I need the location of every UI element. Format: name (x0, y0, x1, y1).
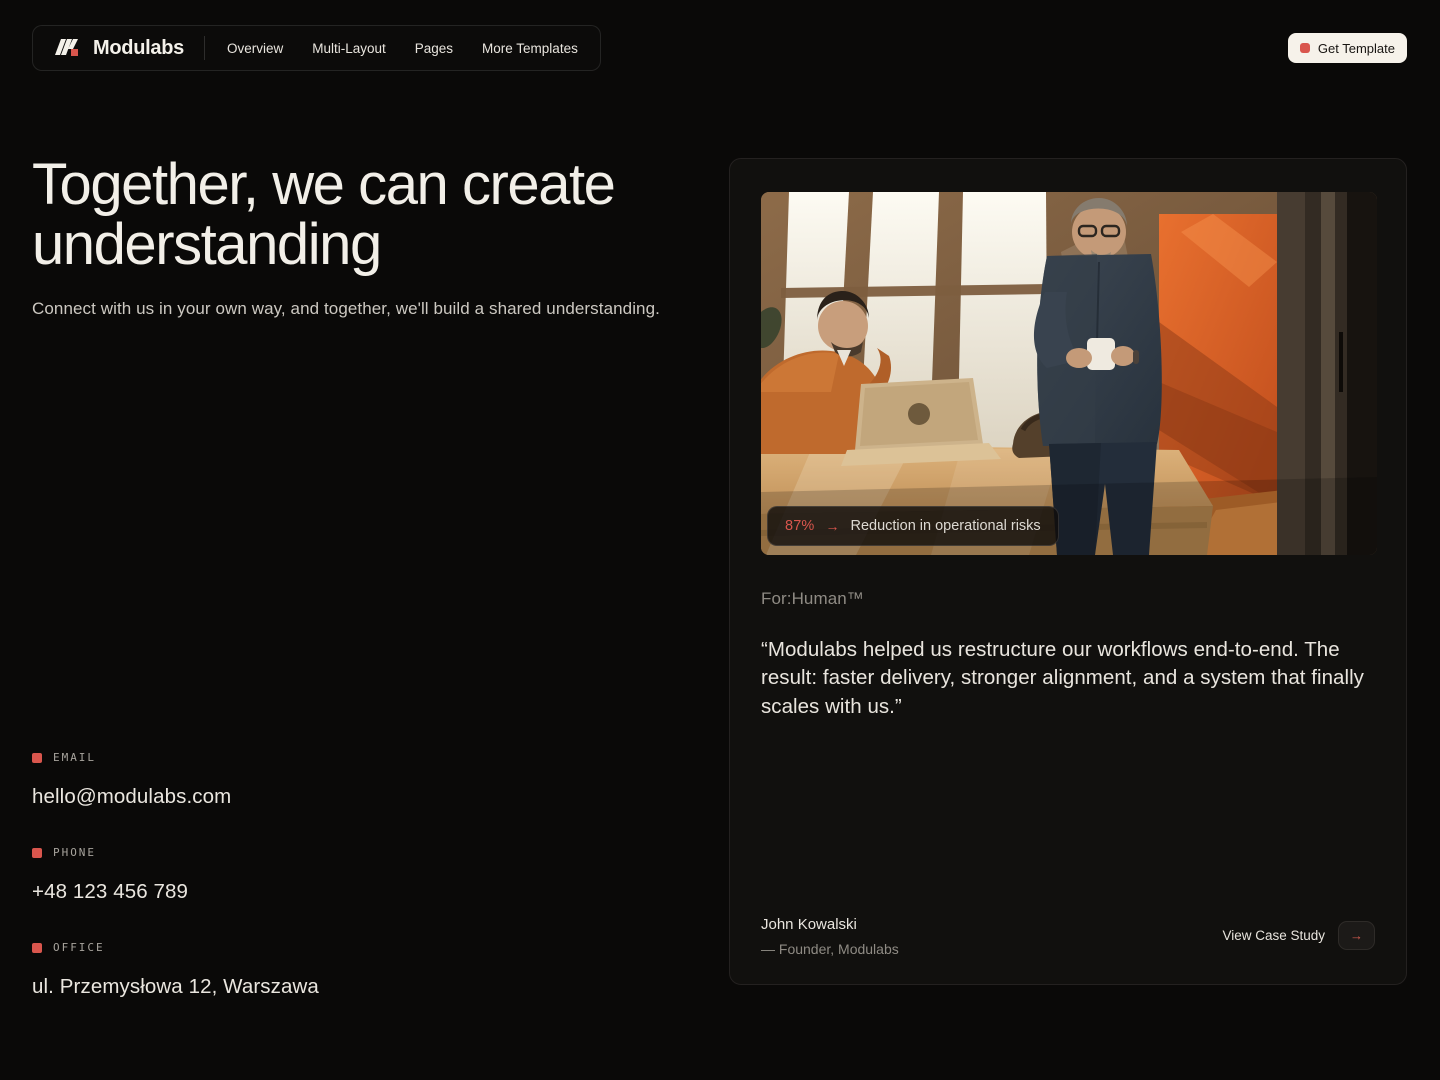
stat-value: 87% (785, 518, 814, 534)
nav-item-pages[interactable]: Pages (415, 41, 453, 56)
nav-links: Overview Multi-Layout Pages More Templat… (227, 41, 578, 56)
arrow-right-icon: → (825, 519, 839, 533)
view-case-study[interactable]: View Case Study → (1222, 921, 1375, 950)
page-title-line1: Together, we can create (32, 152, 614, 217)
get-template-label: Get Template (1318, 41, 1395, 56)
stat-badge: 87% → Reduction in operational risks (767, 506, 1059, 546)
author-name: John Kowalski (761, 916, 899, 933)
landing-page: Modulabs Overview Multi-Layout Pages Mor… (0, 0, 1440, 1080)
brand-name: Modulabs (93, 37, 184, 60)
contact-value-phone[interactable]: +48 123 456 789 (32, 880, 319, 904)
contact-group-office: OFFICE ul. Przemysłowa 12, Warszawa (32, 941, 319, 999)
contact-group-phone: PHONE +48 123 456 789 (32, 846, 319, 904)
red-square-icon (32, 943, 42, 953)
case-study-card: 87% → Reduction in operational risks For… (729, 158, 1407, 985)
client-brand-mark: For:Human™ (761, 589, 864, 609)
page-title: Together, we can create understanding (32, 155, 732, 276)
nav-item-more-templates[interactable]: More Templates (482, 41, 578, 56)
get-template-button[interactable]: Get Template (1288, 33, 1407, 63)
page-title-line2: understanding (32, 212, 381, 277)
brand-logo[interactable]: Modulabs (51, 36, 184, 60)
red-square-icon (1300, 43, 1310, 53)
testimonial-quote: “Modulabs helped us restructure our work… (761, 636, 1379, 721)
stat-label: Reduction in operational risks (850, 518, 1040, 534)
arrow-right-icon: → (1350, 929, 1363, 942)
contact-value-email[interactable]: hello@modulabs.com (32, 785, 319, 809)
nav-item-overview[interactable]: Overview (227, 41, 283, 56)
view-case-study-arrow-button[interactable]: → (1338, 921, 1375, 950)
top-navigation: Modulabs Overview Multi-Layout Pages Mor… (32, 25, 601, 71)
nav-divider (204, 36, 205, 60)
contact-label-phone: PHONE (53, 846, 96, 859)
author-role: — Founder, Modulabs (761, 941, 899, 957)
red-square-icon (32, 848, 42, 858)
view-case-study-label: View Case Study (1222, 928, 1325, 943)
contact-label-email: EMAIL (53, 751, 96, 764)
contact-value-office: ul. Przemysłowa 12, Warszawa (32, 975, 319, 999)
red-square-icon (32, 753, 42, 763)
contact-label-office: OFFICE (53, 941, 105, 954)
testimonial-author: John Kowalski — Founder, Modulabs (761, 916, 899, 957)
modulabs-logo-icon (51, 36, 83, 60)
case-study-photo: 87% → Reduction in operational risks (761, 192, 1377, 555)
office-scene-illustration (761, 192, 1377, 555)
nav-item-multi-layout[interactable]: Multi-Layout (312, 41, 386, 56)
page-subtitle: Connect with us in your own way, and tog… (32, 299, 660, 319)
contact-group-email: EMAIL hello@modulabs.com (32, 751, 319, 809)
contact-list: EMAIL hello@modulabs.com PHONE +48 123 4… (32, 751, 319, 1036)
